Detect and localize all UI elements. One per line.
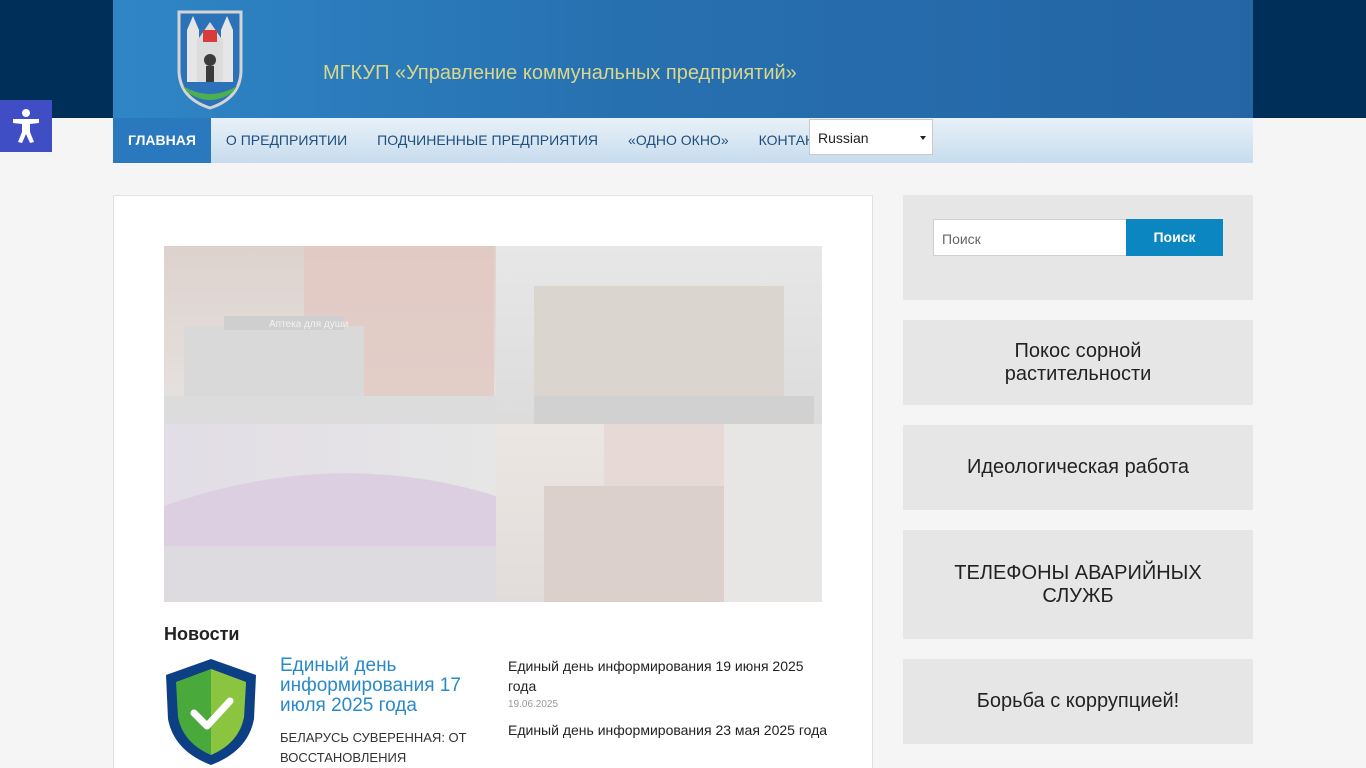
search-widget: Поиск Поиск [903,195,1253,300]
site-header: МГКУП «Управление коммунальных предприят… [113,0,1253,118]
news-list: Единый день информирования 19 июня 2025 … [508,656,828,750]
news-featured-excerpt: БЕЛАРУСЬ СУВЕРЕННАЯ: ОТ ВОССТАНОВЛЕНИЯ [280,730,467,765]
news-featured-title[interactable]: Единый день информирования 17 июля 2025 … [280,656,490,716]
news-list-item[interactable]: Единый день информирования 23 мая 2025 г… [508,720,828,740]
news-list-item[interactable]: Единый день информирования 19 июня 2025 … [508,656,828,710]
language-select[interactable]: Russian [809,119,933,155]
search-button[interactable]: Поиск [1126,219,1223,256]
slider-photo-text: Аптека для души [269,319,348,330]
widget-anti-corruption[interactable]: Борьба с коррупцией! [903,659,1253,744]
news-item-title[interactable]: Единый день информирования 19 июня 2025 … [508,656,828,696]
news-item-title[interactable]: Единый день информирования 23 мая 2025 г… [508,720,828,740]
accessibility-icon [13,109,39,143]
site-title[interactable]: МГКУП «Управление коммунальных предприят… [323,62,797,85]
main-content-card: Аптека для души Новости Единый день инфо… [113,195,873,768]
search-input[interactable]: Поиск [933,219,1127,256]
widget-ideological-work[interactable]: Идеологическая работа [903,425,1253,510]
main-navigation: ГЛАВНАЯ О ПРЕДПРИЯТИИ ПОДЧИНЕННЫЕ ПРЕДПР… [113,118,1253,163]
widget-weed-mowing[interactable]: Покос сорной растительности [903,320,1253,405]
image-slider[interactable]: Аптека для души [164,246,822,602]
news-item-date: 19.06.2025 [508,699,559,710]
shield-check-icon[interactable] [164,657,258,767]
nav-item-one-window[interactable]: «ОДНО ОКНО» [613,118,744,163]
news-heading: Новости [164,624,240,644]
chevron-down-icon [920,136,926,140]
widget-emergency-phones[interactable]: ТЕЛЕФОНЫ АВАРИЙНЫХ СЛУЖБ [903,530,1253,639]
nav-item-subordinate-enterprises[interactable]: ПОДЧИНЕННЫЕ ПРЕДПРИЯТИЯ [362,118,613,163]
slider-photo-collage: Аптека для души [164,246,822,602]
coat-of-arms-icon[interactable] [177,8,243,110]
accessibility-button[interactable] [0,100,52,152]
nav-item-home[interactable]: ГЛАВНАЯ [113,118,211,163]
nav-item-about[interactable]: О ПРЕДПРИЯТИИ [211,118,362,163]
language-select-value: Russian [818,130,869,146]
